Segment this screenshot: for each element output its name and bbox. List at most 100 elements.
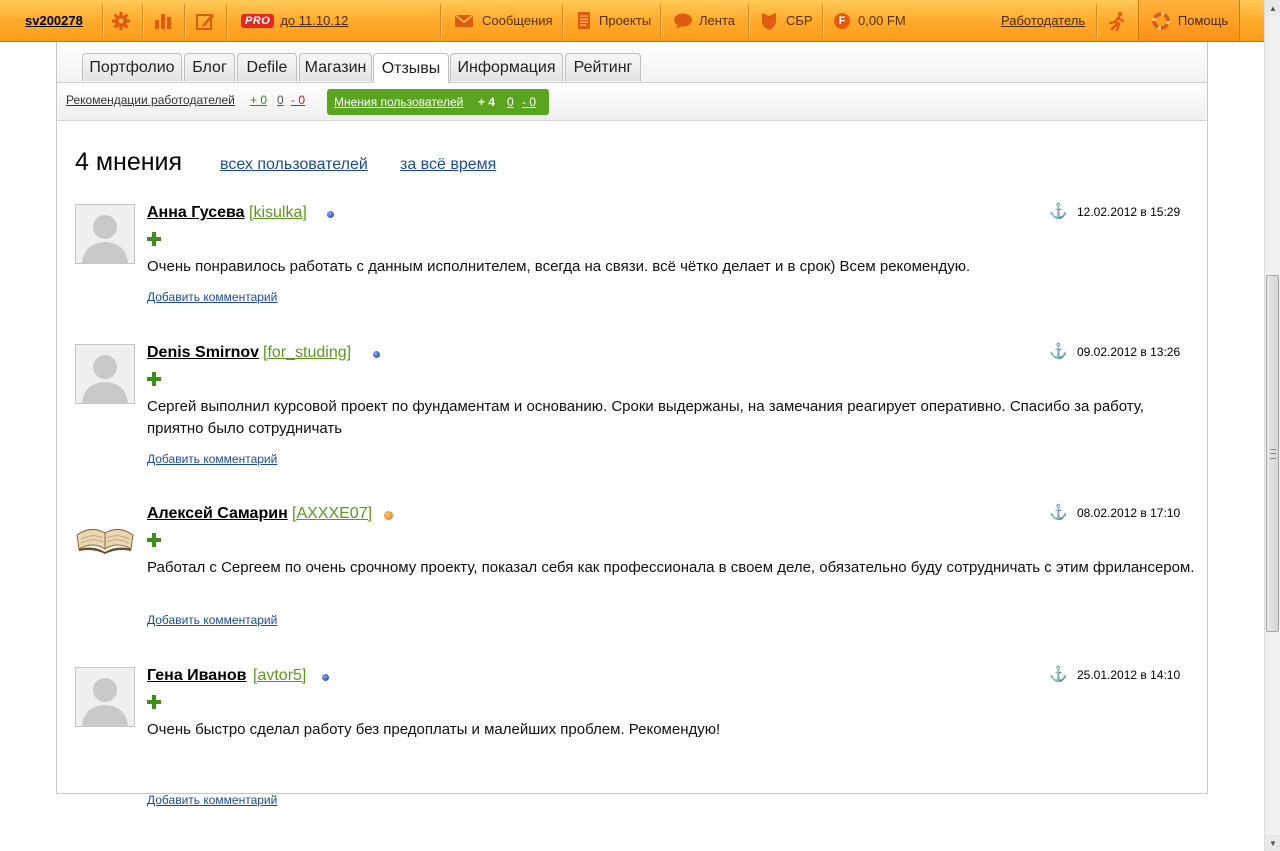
projects-label: Проекты: [599, 13, 652, 28]
review-date: 08.02.2012 в 17:10: [1077, 506, 1181, 520]
reviewer-login[interactable]: [kisulka]: [249, 204, 307, 222]
sbr-label: СБР: [786, 13, 813, 28]
speech-bubble-icon: [672, 10, 694, 32]
avatar[interactable]: [75, 505, 135, 565]
sbr-button[interactable]: СБР: [758, 0, 813, 41]
stats-button[interactable]: [152, 0, 174, 41]
messages-label: Сообщения: [482, 13, 553, 28]
employer-mode-link[interactable]: Работодатель: [1001, 0, 1085, 41]
default-user-icon: [76, 668, 134, 726]
plus-icon: [147, 695, 161, 709]
anchor-icon[interactable]: ⚓: [1049, 667, 1068, 683]
user-positive-count[interactable]: + 4: [478, 95, 495, 109]
tab-info[interactable]: Информация: [450, 53, 563, 81]
pro-account[interactable]: PRO до 11.10.12: [241, 0, 348, 41]
help-button[interactable]: Помощь: [1138, 0, 1240, 41]
user-opinions-label[interactable]: Мнения пользователей: [334, 95, 463, 109]
review-text: Очень быстро сделал работу без предоплат…: [147, 721, 721, 738]
employer-positive-count[interactable]: + 0: [250, 93, 267, 107]
username-link[interactable]: sv200278: [25, 0, 83, 41]
divider: [226, 4, 227, 38]
pro-expiry-link[interactable]: до 11.10.12: [280, 13, 348, 28]
reviewer-login[interactable]: [avtor5]: [253, 667, 306, 685]
vertical-scrollbar[interactable]: ▲ ▼: [1264, 0, 1280, 851]
default-user-icon: [76, 205, 134, 263]
divider: [822, 4, 823, 38]
pro-badge: PRO: [241, 13, 275, 28]
review-date: 09.02.2012 в 13:26: [1077, 345, 1181, 359]
status-icon: [384, 511, 393, 520]
filter-period-link[interactable]: за всё время: [400, 156, 496, 174]
settings-button[interactable]: [110, 0, 132, 41]
add-comment-link[interactable]: Добавить комментарий: [147, 452, 277, 466]
divider: [748, 4, 749, 38]
employer-neutral-count[interactable]: 0: [277, 93, 284, 107]
tab-defile[interactable]: Defile: [237, 53, 297, 81]
freelancer-mode-button[interactable]: [1106, 0, 1128, 41]
plus-icon: [147, 372, 161, 386]
default-user-icon: [76, 345, 134, 403]
scrollbar-thumb[interactable]: [1266, 275, 1279, 632]
tab-rating[interactable]: Рейтинг: [565, 53, 641, 81]
tab-reviews[interactable]: Отзывы: [373, 53, 449, 83]
status-icon: [322, 674, 329, 681]
anchor-icon[interactable]: ⚓: [1049, 204, 1068, 220]
user-opinions-filter-active[interactable]: Мнения пользователей + 4 0 - 0: [327, 89, 549, 115]
reviewer-login[interactable]: [for_studing]: [263, 344, 351, 362]
edit-button[interactable]: [194, 0, 216, 41]
open-book-icon: [76, 529, 134, 554]
tab-shop[interactable]: Магазин: [299, 53, 372, 81]
running-man-icon: [1106, 10, 1128, 32]
add-comment-link[interactable]: Добавить комментарий: [147, 290, 277, 304]
reviewer-name[interactable]: Denis Smirnov: [147, 344, 259, 362]
status-icon: [373, 351, 380, 358]
reviewer-name[interactable]: Гена Иванов: [147, 667, 246, 685]
avatar[interactable]: [75, 344, 135, 404]
feed-button[interactable]: Лента: [672, 0, 735, 41]
divider: [440, 4, 441, 38]
review-date: 25.01.2012 в 14:10: [1077, 668, 1181, 682]
fm-coin-icon: F: [834, 12, 850, 29]
review-text: Работал с Сергеем по очень срочному прое…: [147, 559, 1195, 576]
user-negative-count[interactable]: - 0: [522, 95, 536, 109]
grip-icon: [1270, 449, 1276, 459]
messages-button[interactable]: Сообщения: [453, 0, 553, 41]
filter-users-link[interactable]: всех пользователей: [220, 156, 368, 174]
review-text: Сергей выполнил курсовой проект по фунда…: [147, 398, 1144, 437]
tab-blog[interactable]: Блог: [184, 53, 235, 81]
gear-icon: [110, 10, 132, 32]
pencil-icon: [194, 10, 216, 32]
review-date: 12.02.2012 в 15:29: [1077, 205, 1181, 219]
employer-recommendations-link[interactable]: Рекомендации работодателей: [66, 93, 235, 107]
lifebuoy-icon: [1150, 10, 1172, 32]
top-navigation-bar: sv200278 PRO до 11.10.12 Сообщения Проек…: [0, 0, 1264, 42]
scroll-up-arrow-icon[interactable]: ▲: [1265, 0, 1280, 16]
status-icon: [327, 211, 334, 218]
anchor-icon[interactable]: ⚓: [1049, 505, 1068, 521]
plus-icon: [147, 232, 161, 246]
divider: [562, 4, 563, 38]
employer-negative-count[interactable]: - 0: [291, 93, 305, 107]
user-neutral-count[interactable]: 0: [507, 95, 514, 109]
balance-label: 0,00 FM: [858, 13, 906, 28]
anchor-icon[interactable]: ⚓: [1049, 344, 1068, 360]
tab-portfolio[interactable]: Портфолио: [82, 53, 182, 81]
reviewer-login[interactable]: [AXXXE07]: [292, 505, 372, 523]
add-comment-link[interactable]: Добавить комментарий: [147, 613, 277, 627]
balance-button[interactable]: F 0,00 FM: [834, 0, 906, 41]
divider: [142, 4, 143, 38]
reviewer-name[interactable]: Анна Гусева: [147, 204, 245, 222]
plus-icon: [147, 533, 161, 547]
avatar[interactable]: [75, 204, 135, 264]
avatar[interactable]: [75, 667, 135, 727]
profile-content-panel: Портфолио Блог Defile Магазин Отзывы Инф…: [56, 42, 1208, 807]
reviewer-name[interactable]: Алексей Самарин: [147, 505, 288, 523]
add-comment-link[interactable]: Добавить комментарий: [147, 793, 277, 807]
envelope-icon: [453, 10, 475, 32]
scroll-down-arrow-icon[interactable]: ▼: [1265, 835, 1280, 851]
review-text: Очень понравилось работать с данным испо…: [147, 258, 971, 275]
divider: [1096, 4, 1097, 38]
help-label: Помощь: [1177, 13, 1229, 28]
projects-button[interactable]: Проекты: [573, 0, 651, 41]
document-icon: [573, 10, 595, 32]
